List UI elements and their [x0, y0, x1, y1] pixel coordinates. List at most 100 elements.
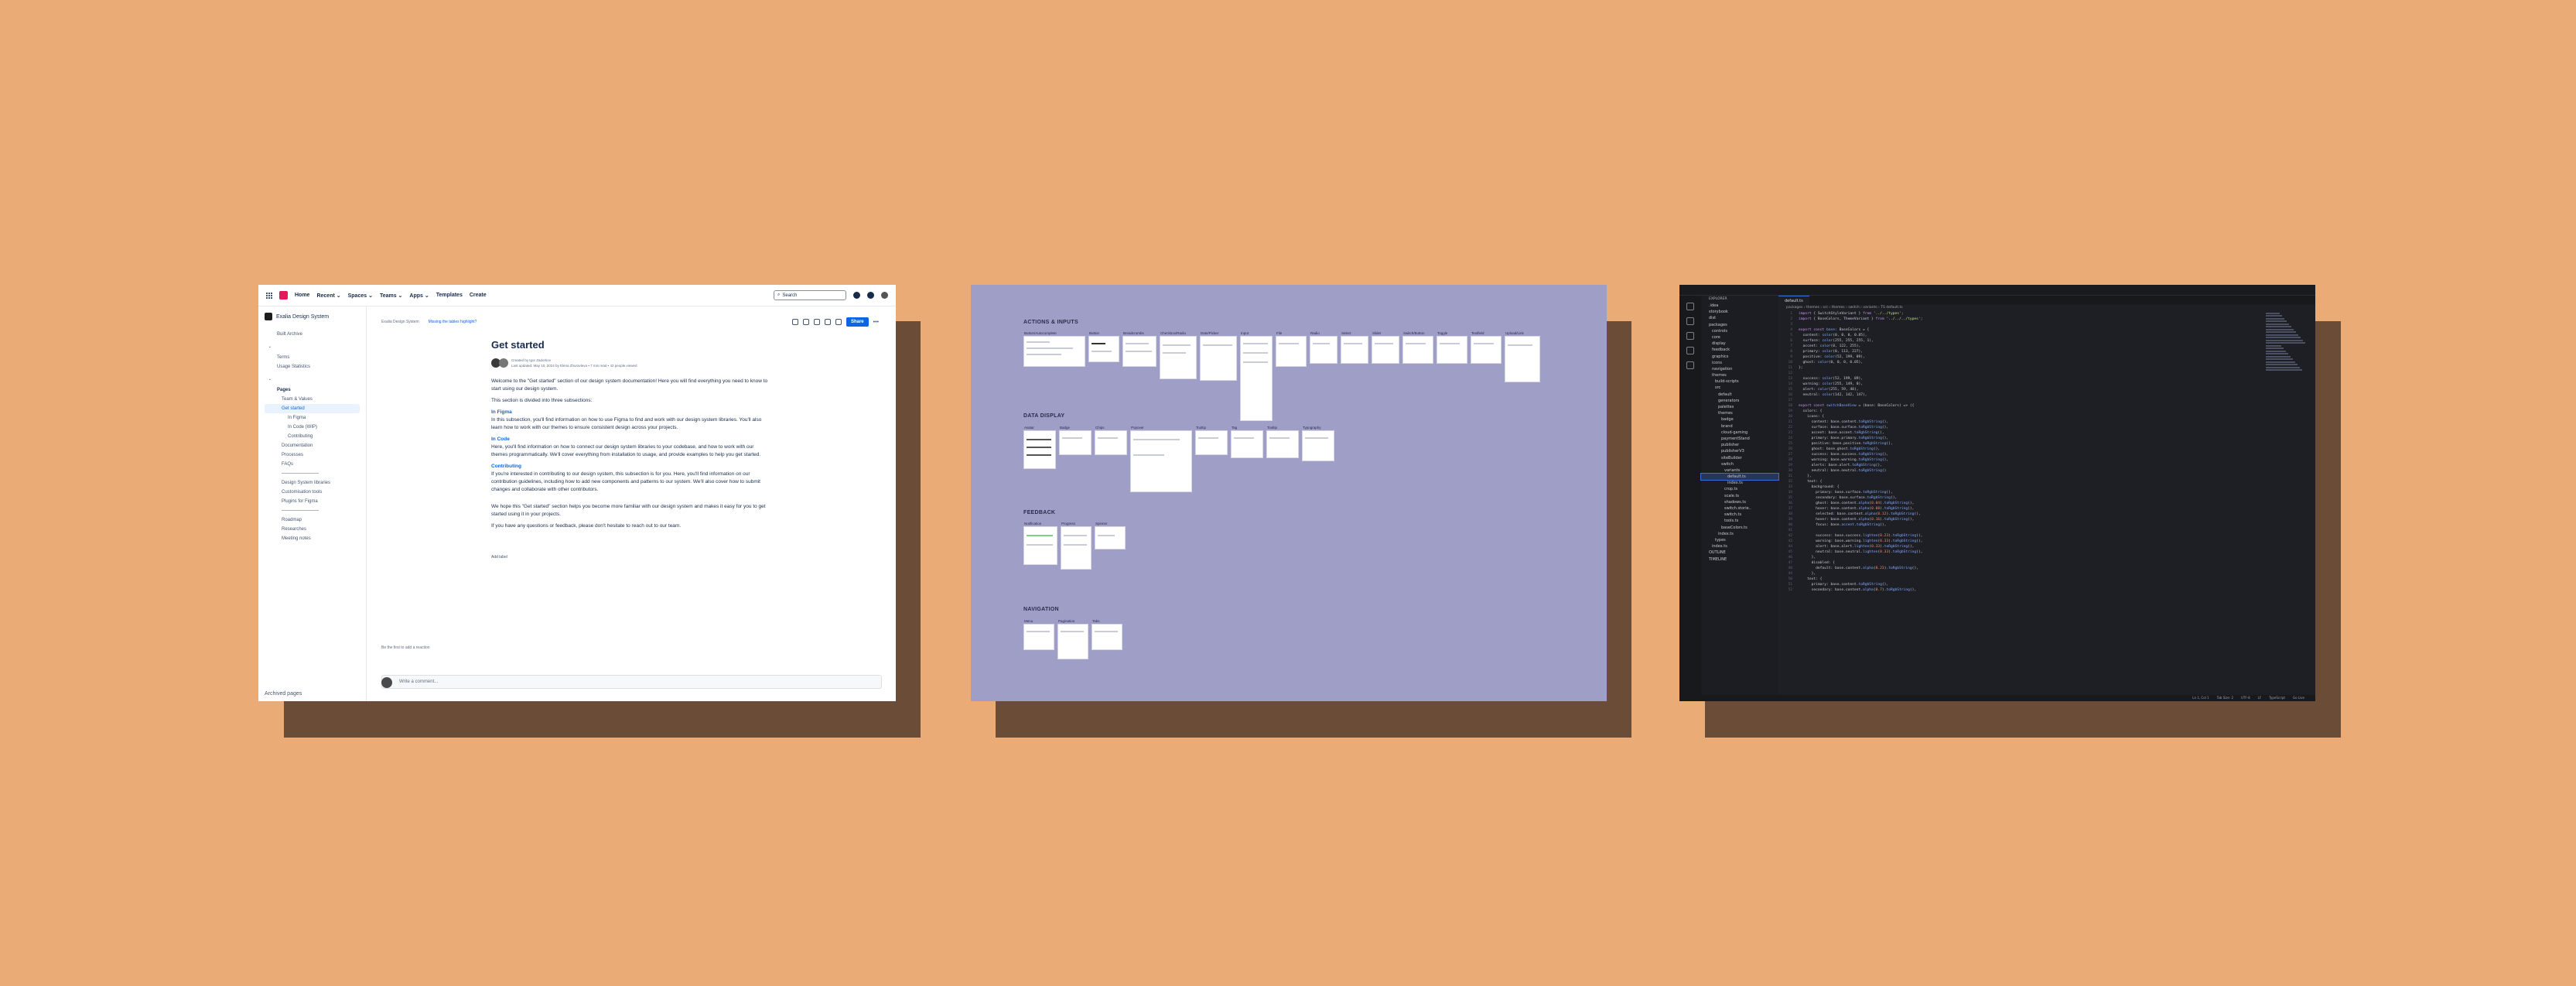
figma-frame[interactable]: Popover	[1130, 426, 1192, 492]
archived-pages-link[interactable]: Archived pages	[265, 691, 302, 697]
nav-apps[interactable]: Apps ⌄	[409, 293, 429, 299]
file-tree-item[interactable]: publisherV3	[1701, 448, 1778, 454]
file-tree-item[interactable]: tools.ts	[1701, 518, 1778, 524]
figma-frame[interactable]: Spinner	[1095, 522, 1126, 549]
file-tree-item[interactable]: switch	[1701, 461, 1778, 467]
tab-default-ts[interactable]: default.ts	[1778, 296, 1809, 305]
figma-frame[interactable]: Textfield	[1471, 331, 1502, 364]
file-tree-item[interactable]: build-scripts	[1701, 378, 1778, 385]
figma-canvas[interactable]: ACTIONS & INPUTS DATA DISPLAY FEEDBACK N…	[971, 285, 1607, 701]
nav-teams[interactable]: Teams ⌄	[380, 293, 402, 299]
sidebar-item-built-archive[interactable]: Built Archive	[265, 330, 360, 339]
file-tree-item[interactable]: icons	[1701, 360, 1778, 366]
code-view[interactable]: 1 import { SwitchStyleVariant } from '../…	[1778, 311, 2261, 695]
file-tree-item[interactable]: controls	[1701, 328, 1778, 334]
user-avatar[interactable]	[881, 292, 888, 299]
file-tree-item[interactable]: graphics	[1701, 354, 1778, 360]
file-tree-item[interactable]: index.ts	[1701, 543, 1778, 549]
file-tree-item[interactable]: core	[1701, 334, 1778, 341]
file-tree-item[interactable]: src	[1701, 385, 1778, 391]
nav-recent[interactable]: Recent ⌄	[316, 293, 340, 299]
sidebar-item-faqs[interactable]: FAQs	[265, 460, 360, 469]
sidebar-item-terms[interactable]: Terms	[265, 353, 360, 362]
file-tree-item[interactable]: navigation	[1701, 366, 1778, 372]
figma-frame[interactable]: Upload/Link	[1505, 331, 1540, 382]
figma-frame[interactable]: Breadcrumbs	[1122, 331, 1156, 367]
figma-frame[interactable]: Radio	[1310, 331, 1338, 364]
status-item[interactable]: TypeScript	[2269, 695, 2285, 701]
confluence-logo[interactable]	[279, 291, 288, 300]
file-tree-item[interactable]: paymentStand	[1701, 436, 1778, 442]
file-tree-item[interactable]: default.ts	[1700, 473, 1779, 481]
file-tree-item[interactable]: index.ts	[1701, 531, 1778, 537]
file-tree-item[interactable]: brand	[1701, 423, 1778, 430]
add-label-button[interactable]: Add label	[491, 555, 770, 560]
comment-input[interactable]: Write a comment...	[381, 675, 882, 689]
sidebar-item-plugins-figma[interactable]: Plugins for Figma	[265, 497, 360, 506]
file-tree-item[interactable]: cloud-gaming	[1701, 430, 1778, 436]
file-tree-item[interactable]: baseColors.ts	[1701, 525, 1778, 531]
status-item[interactable]: Tab Size: 2	[2217, 695, 2233, 701]
file-tree-item[interactable]: default	[1701, 392, 1778, 398]
figma-frame[interactable]: Menu	[1023, 619, 1054, 650]
sidebar-item-usage-statistics[interactable]: Usage Statistics	[265, 362, 360, 371]
minimap[interactable]	[2266, 311, 2309, 695]
run-debug-icon[interactable]	[1686, 347, 1694, 354]
file-tree-item[interactable]: crop.ts	[1701, 486, 1778, 492]
sidebar-item-roadmap[interactable]: Roadmap	[265, 515, 360, 525]
edit-icon[interactable]	[791, 319, 798, 325]
file-tree-item[interactable]: dist	[1701, 315, 1778, 321]
figma-frame[interactable]: Typography	[1302, 426, 1334, 461]
file-tree-item[interactable]: switch.ts	[1701, 512, 1778, 518]
sidebar-item-get-started[interactable]: Get started	[265, 404, 360, 413]
sidebar-item-in-figma[interactable]: In Figma	[265, 413, 360, 423]
sidebar-item-team-values[interactable]: Team & Values	[265, 395, 360, 404]
status-item[interactable]: LF	[2258, 695, 2262, 701]
figma-frame[interactable]: Notification	[1023, 522, 1057, 565]
app-switcher-icon[interactable]	[266, 292, 272, 299]
nav-spaces[interactable]: Spaces ⌄	[348, 293, 373, 299]
file-tree-item[interactable]: shadows.ts	[1701, 499, 1778, 505]
heading-in-code[interactable]: In Code	[491, 437, 770, 442]
star-icon[interactable]	[813, 319, 820, 325]
source-control-icon[interactable]	[1686, 332, 1694, 340]
figma-frame[interactable]: Tooltip	[1195, 426, 1228, 455]
sidebar-item-customisation-tools[interactable]: Customisation tools	[265, 488, 360, 497]
files-icon[interactable]	[1686, 303, 1694, 310]
watch-icon[interactable]	[824, 319, 831, 325]
sidebar-item-contributing[interactable]: Contributing	[265, 432, 360, 441]
figma-frame[interactable]: Switch/Button	[1402, 331, 1433, 364]
file-tree-item[interactable]: .idea	[1701, 303, 1778, 309]
file-tree-item[interactable]: switch.storie..	[1701, 505, 1778, 512]
figma-frame[interactable]: Tag	[1231, 426, 1263, 458]
file-tree-item[interactable]: siteBuilder	[1701, 455, 1778, 461]
heading-contributing[interactable]: Contributing	[491, 464, 770, 469]
file-tree-item[interactable]: packages	[1701, 322, 1778, 328]
sidebar-item-researches[interactable]: Researches	[265, 525, 360, 534]
editor-breadcrumb[interactable]: packages › themes › src › themes › switc…	[1778, 305, 2315, 310]
file-tree-item[interactable]: index.ts	[1701, 480, 1778, 486]
sidebar-item-processes[interactable]: Processes	[265, 450, 360, 460]
status-item[interactable]: UTF-8	[2241, 695, 2250, 701]
file-tree-item[interactable]: OUTLINE	[1701, 549, 1778, 556]
figma-frame[interactable]: Pagination	[1057, 619, 1088, 659]
figma-frame[interactable]: Badge	[1059, 426, 1092, 455]
file-tree-item[interactable]: themes	[1701, 372, 1778, 378]
comment-icon[interactable]	[802, 319, 809, 325]
sidebar-item-in-code[interactable]: In Code (WIP)	[265, 423, 360, 432]
help-icon[interactable]	[867, 292, 874, 299]
figma-frame[interactable]: Chips	[1095, 426, 1127, 455]
figma-frame[interactable]: Select	[1341, 331, 1368, 364]
search-input[interactable]: ⌕ Search	[774, 290, 846, 300]
file-tree-item[interactable]: badge	[1701, 416, 1778, 423]
figma-frame[interactable]: Input	[1240, 331, 1273, 421]
tables-highlight-link[interactable]: Missing the tables highlight?	[429, 320, 477, 324]
heading-in-figma[interactable]: In Figma	[491, 409, 770, 415]
file-tree-item[interactable]: storybook	[1701, 309, 1778, 315]
file-tree-item[interactable]: feedback	[1701, 347, 1778, 353]
figma-frame[interactable]: Button/Autocomplete	[1023, 331, 1085, 367]
figma-frame[interactable]: Tabs	[1092, 619, 1122, 650]
file-tree-item[interactable]: scale.ts	[1701, 493, 1778, 499]
file-tree-item[interactable]: variants	[1701, 467, 1778, 474]
figma-frame[interactable]: Avatar	[1023, 426, 1056, 469]
